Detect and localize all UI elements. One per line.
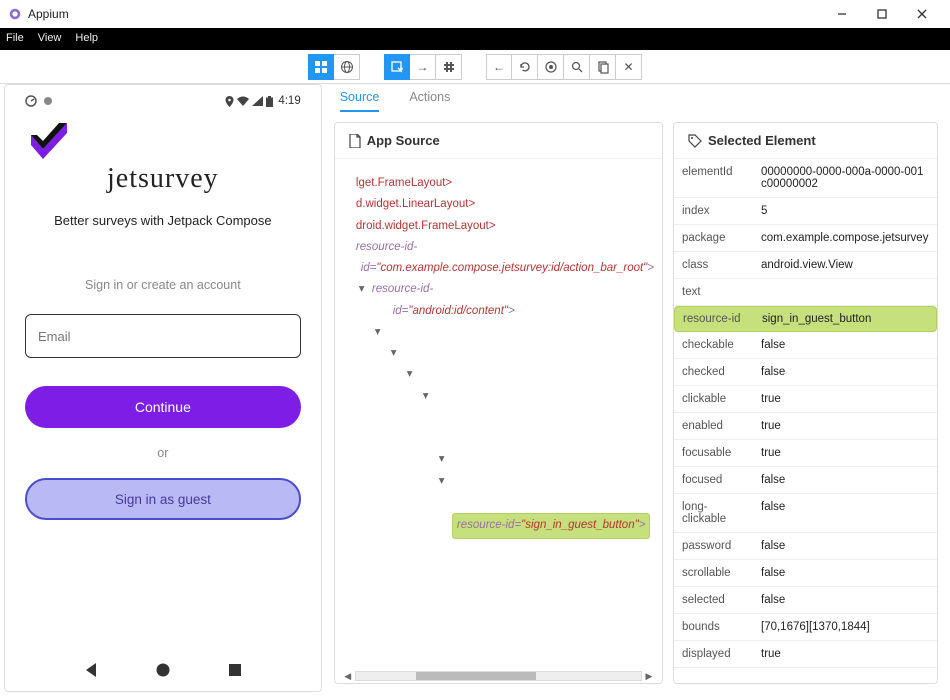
tree-node[interactable]: ▾ [343,343,654,364]
property-row[interactable]: packagecom.example.compose.jetsurvey [674,225,937,252]
window-maximize[interactable] [862,2,902,26]
property-row[interactable]: focusedfalse [674,467,937,494]
battery-icon [266,96,273,107]
app-source-panel: App Source lget.FrameLayout> d.widget.Li… [334,122,663,684]
menu-help[interactable]: Help [75,32,98,44]
property-row[interactable]: text [674,279,937,306]
copy-xml-button[interactable] [590,54,616,80]
scroll-left-icon[interactable]: ◀ [341,671,355,682]
record-button[interactable] [538,54,564,80]
android-recent-icon[interactable] [226,661,244,679]
sign-in-guest-button[interactable]: Sign in as guest [25,478,301,520]
source-tree[interactable]: lget.FrameLayout> d.widget.LinearLayout>… [335,159,662,669]
view-native-button[interactable] [308,54,334,80]
titlebar: Appium [0,0,950,28]
selected-element-panel: Selected Element elementId00000000-0000-… [673,122,938,684]
android-statusbar: 4:19 [25,91,301,111]
window-minimize[interactable] [822,2,862,26]
inspector-tabs: Source Actions [326,84,946,112]
or-label: or [25,446,301,460]
scroll-track[interactable] [355,671,642,681]
tree-node[interactable] [343,560,654,581]
tree-hscrollbar[interactable]: ◀ ▶ [335,669,662,683]
property-row[interactable]: checkedfalse [674,359,937,386]
tree-node[interactable]: lget.FrameLayout> [343,173,654,194]
android-back-icon[interactable] [82,661,100,679]
tree-node[interactable]: ▾ [343,449,654,470]
tree-node[interactable] [343,428,654,449]
property-row[interactable]: scrollablefalse [674,560,937,587]
circle-icon [25,95,37,107]
properties-table[interactable]: elementId00000000-0000-000a-0000-001c000… [674,159,937,683]
tree-node[interactable] [343,492,654,513]
property-row[interactable]: displayedtrue [674,641,937,668]
tab-source[interactable]: Source [340,90,380,112]
app-source-title: App Source [367,133,440,148]
menu-file[interactable]: File [6,32,24,44]
property-row[interactable]: classandroid.view.View [674,252,937,279]
menu-view[interactable]: View [38,32,62,44]
file-icon [349,134,361,148]
tree-node[interactable]: d.widget.LinearLayout> [343,194,654,215]
back-button[interactable]: ← [486,54,512,80]
tree-node[interactable]: ▾ [343,364,654,385]
window-close[interactable] [902,2,942,26]
scroll-thumb[interactable] [416,672,536,680]
property-row[interactable]: checkablefalse [674,332,937,359]
wifi-icon [237,96,249,106]
property-row[interactable]: long-clickablefalse [674,494,937,533]
app-logo [25,117,301,161]
device-screenshot[interactable]: 4:19 jetsurvey Better surveys with Jetpa… [4,84,322,692]
tag-icon [688,134,702,148]
tap-coords-button[interactable] [436,54,462,80]
signin-caption: Sign in or create an account [25,278,301,292]
appium-icon [8,7,22,21]
tagline-text: Better surveys with Jetpack Compose [25,213,301,228]
tree-node[interactable]: ▾ [343,386,654,407]
toolbar: → ← ✕ [0,50,950,84]
view-web-button[interactable] [334,54,360,80]
property-row[interactable]: selectedfalse [674,587,937,614]
property-row[interactable]: focusabletrue [674,440,937,467]
scroll-right-icon[interactable]: ▶ [642,671,656,682]
property-row[interactable]: passwordfalse [674,533,937,560]
tree-node[interactable]: ▾ [343,322,654,343]
android-navbar [25,653,301,681]
swipe-button[interactable]: → [410,54,436,80]
tree-node[interactable]: ▾ resource-id-id="android:id/content"> [343,279,654,322]
tree-node[interactable]: ▾ [343,471,654,492]
property-row[interactable]: elementId00000000-0000-000a-0000-001c000… [674,159,937,198]
location-icon [225,96,234,107]
tree-node[interactable] [343,407,654,428]
search-button[interactable] [564,54,590,80]
brand-text: jetsurvey [25,163,301,195]
tree-node[interactable]: resource-id="sign_in_guest_button"> [343,513,654,538]
property-row[interactable]: index5 [674,198,937,225]
property-row[interactable]: clickabletrue [674,386,937,413]
dot-icon [43,96,53,106]
tree-node[interactable] [343,539,654,560]
tab-actions[interactable]: Actions [409,90,450,112]
menubar: File View Help [0,28,950,48]
tree-node[interactable]: droid.widget.FrameLayout> [343,216,654,237]
property-row[interactable]: enabledtrue [674,413,937,440]
continue-button[interactable]: Continue [25,386,301,428]
email-field[interactable] [25,314,301,358]
window-title: Appium [28,7,822,21]
select-element-button[interactable] [384,54,410,80]
quit-session-button[interactable]: ✕ [616,54,642,80]
tree-node[interactable]: resource-id-id="com.example.compose.jets… [343,237,654,280]
property-row[interactable]: bounds[70,1676][1370,1844] [674,614,937,641]
refresh-button[interactable] [512,54,538,80]
clock-text: 4:19 [278,95,300,107]
android-home-icon[interactable] [154,661,172,679]
selected-element-title: Selected Element [708,133,816,148]
signal-icon [252,96,263,106]
property-row[interactable]: resource-idsign_in_guest_button [674,306,937,332]
